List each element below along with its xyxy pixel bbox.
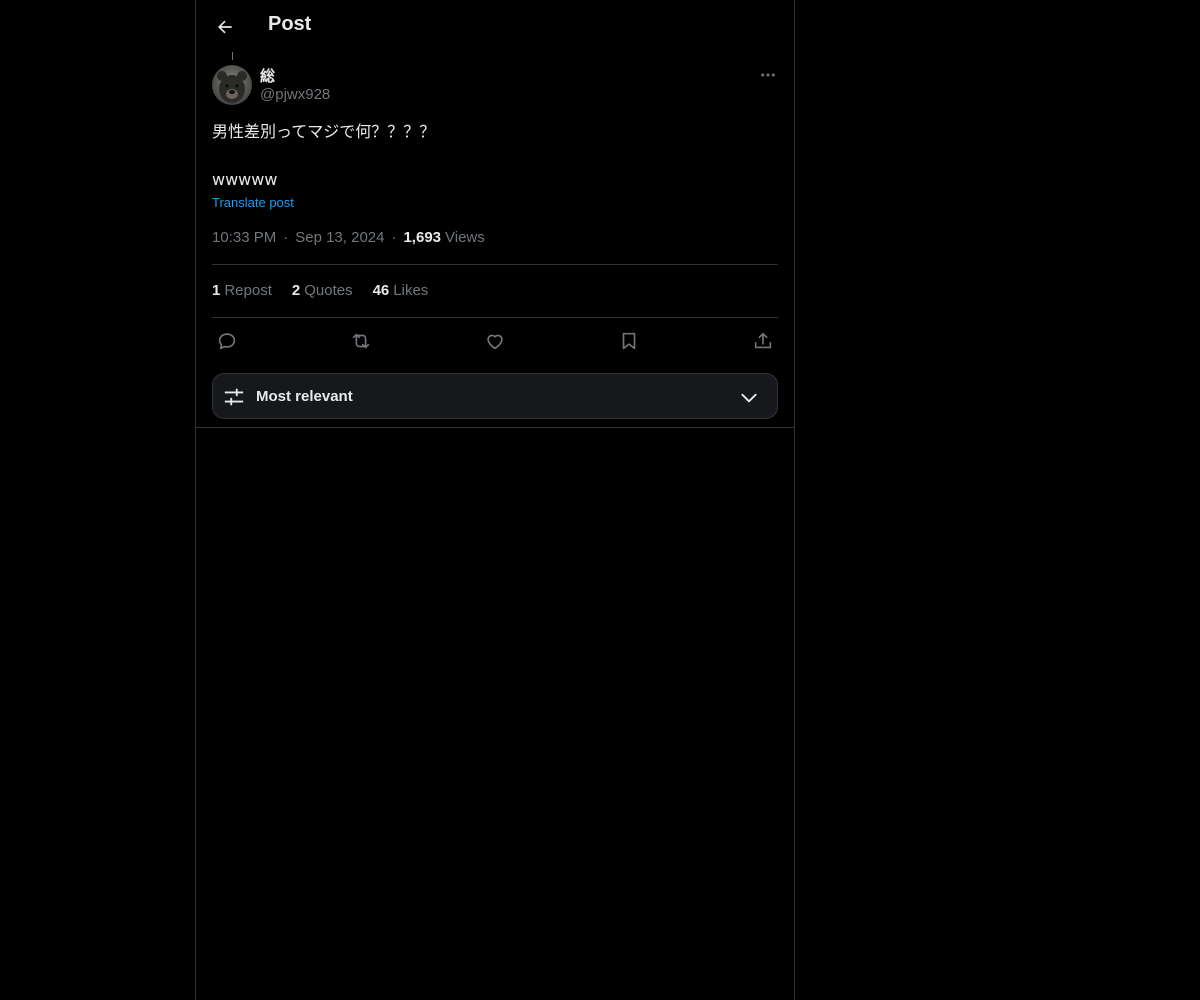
sort-label: Most relevant xyxy=(256,388,353,405)
share-button[interactable] xyxy=(748,326,778,356)
bookmark-button[interactable] xyxy=(614,326,644,356)
page-header: Post xyxy=(196,0,794,53)
quotes-count: 2 xyxy=(291,282,301,299)
sliders-icon xyxy=(224,388,244,406)
divider xyxy=(212,264,778,265)
meta-separator: · xyxy=(283,229,289,246)
bear-avatar-image xyxy=(212,65,252,105)
views-label: Views xyxy=(445,229,485,246)
quotes-label: Quotes xyxy=(304,282,353,299)
engagement-stats: 1 Repost 2 Quotes 46 Likes xyxy=(212,282,448,299)
like-button[interactable] xyxy=(480,326,510,356)
avatar[interactable] xyxy=(212,65,252,105)
repost-icon xyxy=(352,333,370,349)
reply-sort-dropdown[interactable]: Most relevant xyxy=(212,373,778,419)
post-text: 男性差別ってマジで何？？？？ wwwww xyxy=(212,122,436,189)
reposts-stat[interactable]: 1 Repost xyxy=(212,282,272,299)
views-count: 1,693 xyxy=(403,229,442,246)
back-button[interactable] xyxy=(208,10,242,44)
reposts-count: 1 xyxy=(212,282,221,299)
post-date[interactable]: Sep 13, 2024 xyxy=(295,229,384,246)
arrow-left-icon xyxy=(217,20,232,34)
repost-button[interactable] xyxy=(346,326,376,356)
post-meta: 10:33 PM · Sep 13, 2024 · 1,693 Views xyxy=(212,229,485,246)
reposts-label: Repost xyxy=(224,282,272,299)
likes-stat[interactable]: 46 Likes xyxy=(373,282,429,299)
thread-line xyxy=(232,52,233,60)
more-options-button[interactable] xyxy=(756,63,780,87)
section-divider xyxy=(196,427,794,428)
meta-separator: · xyxy=(391,229,397,246)
likes-count: 46 xyxy=(372,282,390,299)
page-title: Post xyxy=(268,13,312,35)
chevron-down-icon xyxy=(741,393,757,403)
quotes-stat[interactable]: 2 Quotes xyxy=(292,282,353,299)
post-detail-column: Post 総 @pjwx928 男性差別ってマジで何？？？？ wwwww Tra… xyxy=(195,0,795,1000)
likes-label: Likes xyxy=(393,282,429,299)
reply-button[interactable] xyxy=(212,326,242,356)
bookmark-icon xyxy=(622,332,636,350)
post-time[interactable]: 10:33 PM xyxy=(212,229,276,246)
heart-icon xyxy=(487,334,503,350)
author-name[interactable]: 総 xyxy=(260,65,275,86)
translate-post-link[interactable]: Translate post xyxy=(212,195,294,210)
share-icon xyxy=(754,332,772,349)
author-handle[interactable]: @pjwx928 xyxy=(260,86,330,103)
divider xyxy=(212,317,778,318)
action-bar xyxy=(212,326,778,356)
more-horizontal-icon xyxy=(761,73,775,77)
reply-icon xyxy=(218,333,236,350)
